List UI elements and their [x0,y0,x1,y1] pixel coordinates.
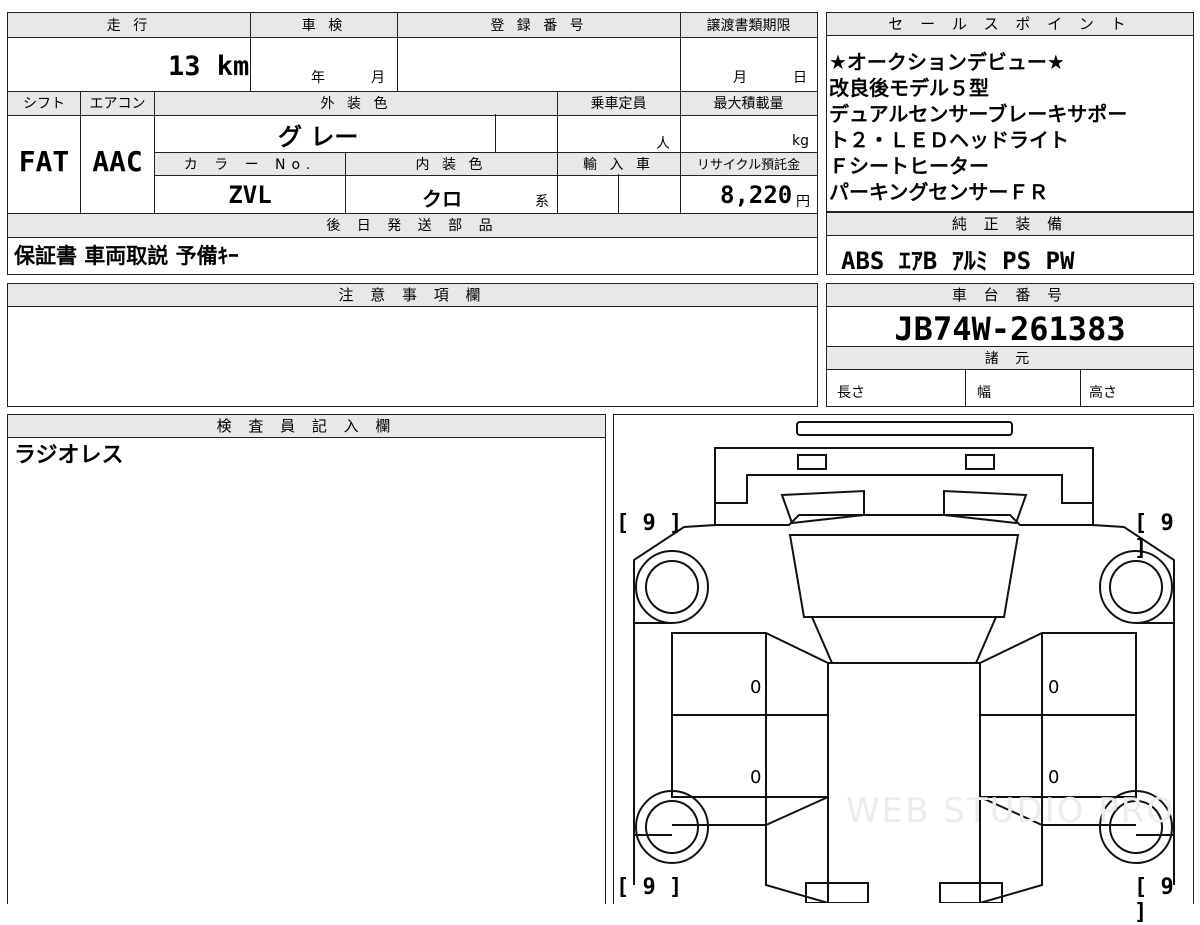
transfer-day-unit: 日 [793,70,807,86]
mileage-label: 走 行 [106,18,152,34]
divider [618,174,619,213]
door-mark: 0 [1048,767,1060,788]
exterior-color-value: グ レー [278,123,359,151]
specs-label: 諸 元 [984,351,1036,367]
sales-points-label: セ ー ル ス ポ イ ン ト [827,13,1193,36]
notes-box: 注 意 事 項 欄 [7,283,818,407]
later-parts-label: 後 日 発 送 部 品 [326,218,499,234]
inspection-year-unit: 年 [311,70,325,86]
shift-label: シフト [23,96,65,112]
recycle-label: リサイクル預託金 [696,158,801,173]
interior-color-suffix: 系 [535,194,549,210]
sales-point-line: デュアルセンサーブレーキサポー [829,102,1128,126]
interior-color-label: 内 装 色 [415,157,487,173]
tire-grade-rear-left: [ 9 ] [616,875,683,900]
recycle-value: 8,220 [720,181,793,209]
tire-grade-front-right: [ 9 ] [1134,511,1174,561]
transfer-month-unit: 月 [733,70,747,86]
divider [495,114,496,152]
door-mark: 0 [1048,677,1060,698]
aircon-label: エアコン [89,96,146,112]
vehicle-info-table: 走 行 車 検 登 録 番 号 譲渡書類期限 13 km 年 月 月 日 シフト… [7,12,818,275]
exterior-color-label: 外 装 色 [320,96,392,112]
divider [80,91,81,213]
divider [1080,369,1081,406]
import-label: 輸 入 車 [583,157,654,173]
door-mark: 0 [750,767,762,788]
max-load-label: 最大積載量 [713,96,784,112]
length-label: 長さ [837,385,865,401]
aircon-value: AAC [92,145,143,178]
tire-grade-rear-right: [ 9 ] [1134,875,1174,925]
sales-point-line: Ｆシートヒーター [829,154,989,178]
color-no-label: カ ラ ー No. [183,157,317,173]
height-label: 高さ [1089,385,1117,401]
later-parts-value: 保証書 車両取説 予備ｷｰ [14,244,239,268]
divider [680,13,681,213]
divider [557,91,558,213]
sales-point-line: ト２・ＬＥＤヘッドライト [829,128,1069,152]
genuine-equipment-label: 純 正 装 備 [827,213,1193,236]
tire-grade-front-left: [ 9 ] [616,511,683,536]
sales-point-line: パーキングセンサーＦＲ [829,180,1049,204]
door-mark: 0 [750,677,762,698]
inspector-comment: ラジオレス [14,443,124,468]
color-no-value: ZVL [228,181,272,209]
genuine-equipment-box: 純 正 装 備 ABS ｴｱB ｱﾙﾐ PS PW [826,212,1194,275]
genuine-equipment-value: ABS ｴｱB ｱﾙﾐ PS PW [841,247,1075,275]
transfer-deadline-label: 譲渡書類期限 [706,18,791,34]
sales-points-box: セ ー ル ス ポ イ ン ト ★オークションデビュー★ 改良後モデル５型 デュ… [826,12,1194,212]
capacity-label: 乗車定員 [590,96,647,112]
car-diagram-box: [ 9 ] [ 9 ] [ 9 ] [ 9 ] 0 0 0 0 WEB STUD… [613,414,1194,925]
sales-point-line: 改良後モデル５型 [829,76,989,100]
inspector-box: 検 査 員 記 入 欄 ラジオレス [7,414,606,904]
divider [965,369,966,406]
shift-value: FAT [18,145,70,178]
inspector-label: 検 査 員 記 入 欄 [8,415,605,438]
inspection-month-unit: 月 [371,70,385,86]
divider [154,91,155,213]
divider [250,13,251,91]
chassis-number: JB74W-261383 [894,310,1126,348]
inspection-label: 車 検 [301,18,347,34]
watermark: WEB STUDIO PRO [846,791,1176,831]
width-label: 幅 [977,385,991,401]
mileage-value: 13 km [168,51,250,82]
chassis-label: 車 台 番 号 [827,284,1193,307]
max-load-unit: kg [792,133,809,149]
divider [345,152,346,213]
interior-color-value: クロ [422,187,462,211]
divider [397,13,398,91]
notes-label: 注 意 事 項 欄 [8,284,817,307]
capacity-unit: 人 [656,136,670,152]
sales-point-line: ★オークションデビュー★ [829,50,1065,74]
recycle-unit: 円 [796,194,810,210]
chassis-box: 車 台 番 号 JB74W-261383 諸 元 長さ 幅 高さ [826,283,1194,407]
registration-label: 登 録 番 号 [490,18,588,34]
